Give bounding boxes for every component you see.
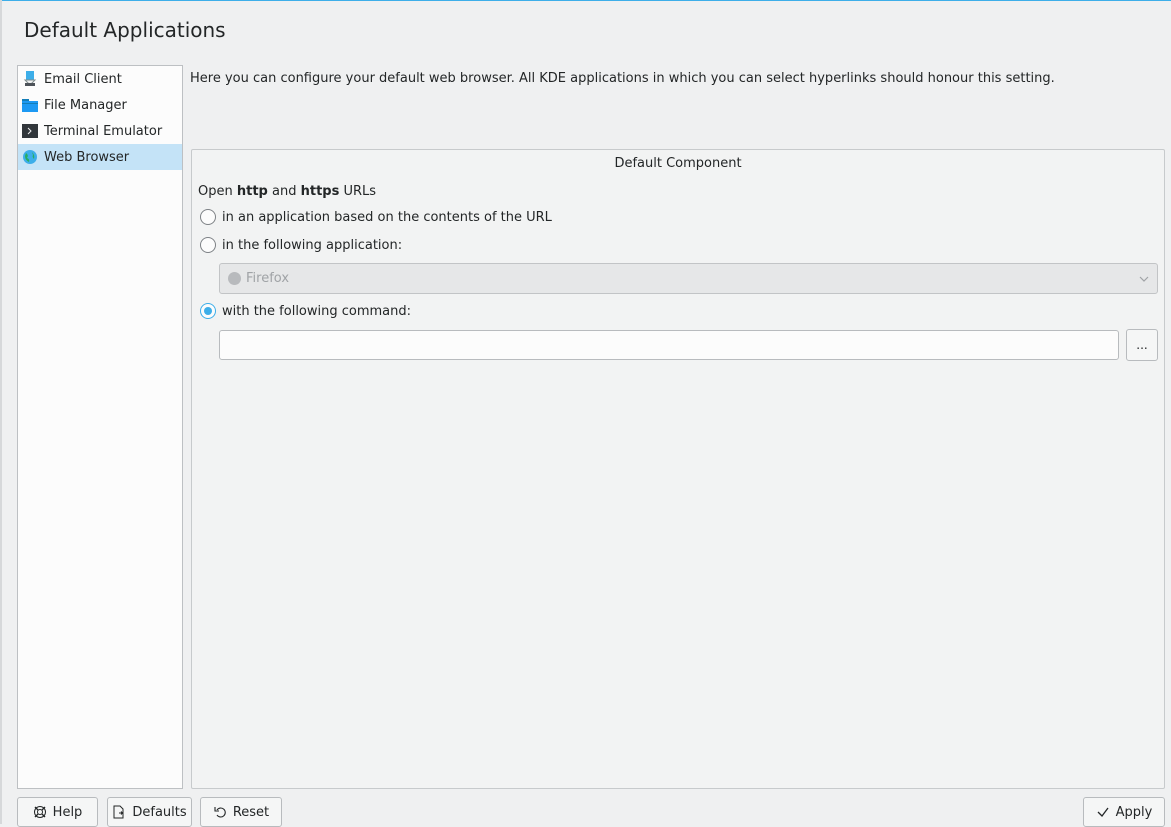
folder-icon <box>22 97 38 113</box>
help-label: Help <box>52 804 83 820</box>
email-client-icon <box>22 71 38 87</box>
terminal-icon <box>22 123 38 139</box>
option-url-contents[interactable]: in an application based on the contents … <box>200 209 552 225</box>
radio-button[interactable] <box>200 237 216 253</box>
defaults-label: Defaults <box>132 804 187 820</box>
sidebar-item-label: Terminal Emulator <box>44 123 163 139</box>
option-following-application[interactable]: in the following application: <box>200 237 402 253</box>
sidebar-item-email-client[interactable]: Email Client <box>18 66 182 92</box>
page-title: Default Applications <box>24 18 226 42</box>
sidebar-item-web-browser[interactable]: Web Browser <box>18 144 182 170</box>
sidebar-item-label: Email Client <box>44 71 122 87</box>
option-following-command[interactable]: with the following command: <box>200 303 411 319</box>
radio-button[interactable] <box>200 209 216 225</box>
sidebar-item-label: Web Browser <box>44 149 130 165</box>
document-revert-icon <box>112 805 126 819</box>
firefox-icon <box>228 272 241 285</box>
undo-icon <box>213 805 227 819</box>
command-input[interactable] <box>219 330 1119 360</box>
apply-button[interactable]: Apply <box>1083 797 1165 827</box>
option-label: in an application based on the contents … <box>222 209 552 225</box>
sidebar-item-file-manager[interactable]: File Manager <box>18 92 182 118</box>
default-component-group: Default Component Open http and https UR… <box>191 149 1165 789</box>
application-select-value: Firefox <box>246 271 290 286</box>
checkmark-icon <box>1096 805 1110 819</box>
application-select[interactable]: Firefox <box>219 263 1158 294</box>
help-button[interactable]: Help <box>17 797 98 827</box>
module-description: Here you can configure your default web … <box>190 71 1055 86</box>
radio-button-checked[interactable] <box>200 303 216 319</box>
open-urls-label: Open http and https URLs <box>198 184 377 199</box>
help-icon <box>33 805 47 819</box>
sidebar-item-label: File Manager <box>44 97 127 113</box>
globe-icon <box>22 149 38 165</box>
apply-label: Apply <box>1115 804 1153 820</box>
option-label: with the following command: <box>222 303 412 319</box>
window-top-border <box>0 0 1171 1</box>
category-list: Email Client File Manager Terminal Emula… <box>17 65 183 789</box>
reset-button[interactable]: Reset <box>200 797 282 827</box>
chevron-down-icon <box>1139 273 1149 283</box>
window-left-edge <box>0 0 2 824</box>
group-title: Default Component <box>614 156 742 171</box>
reset-label: Reset <box>232 804 270 820</box>
browse-button[interactable]: ... <box>1126 329 1158 361</box>
option-label: in the following application: <box>222 237 403 253</box>
sidebar-item-terminal-emulator[interactable]: Terminal Emulator <box>18 118 182 144</box>
defaults-button[interactable]: Defaults <box>107 797 192 827</box>
